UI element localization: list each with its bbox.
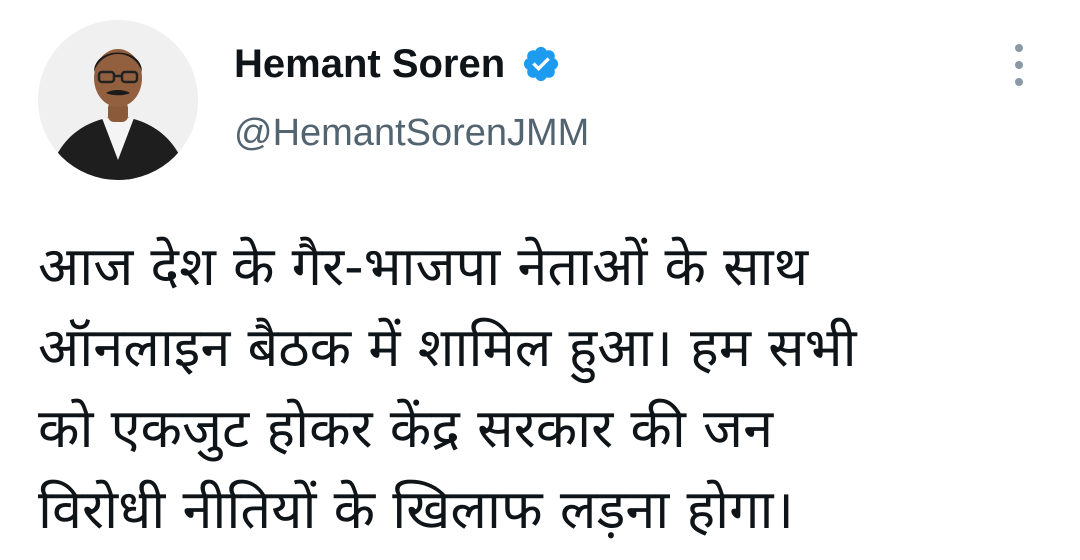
menu-dot — [1015, 44, 1023, 52]
tweet-text-line: आज देश के गैर-भाजपा नेताओं के साथ — [38, 235, 809, 298]
tweet-text-line: विरोधी नीतियों के खिलाफ लड़ना होगा। — [38, 478, 794, 541]
tweet-text-line: को एकजुट होकर केंद्र सरकार की जन — [38, 397, 774, 460]
menu-dot — [1015, 61, 1023, 69]
tweet[interactable]: Hemant Soren @HemantSorenJMM आज देश के ग… — [0, 0, 1080, 560]
handle[interactable]: @HemantSorenJMM — [234, 112, 589, 155]
menu-dot — [1015, 78, 1023, 86]
display-name[interactable]: Hemant Soren — [234, 42, 505, 87]
tweet-text: आज देश के गैर-भाजपा नेताओं के साथ ऑनलाइन… — [38, 226, 1058, 550]
profile-photo-icon — [38, 20, 198, 180]
more-options-icon[interactable] — [1004, 44, 1034, 86]
verified-badge-icon — [521, 44, 561, 84]
tweet-text-line: ऑनलाइन बैठक में शामिल हुआ। हम सभी — [38, 316, 857, 379]
author-name-row: Hemant Soren — [234, 38, 561, 90]
avatar[interactable] — [38, 20, 198, 180]
